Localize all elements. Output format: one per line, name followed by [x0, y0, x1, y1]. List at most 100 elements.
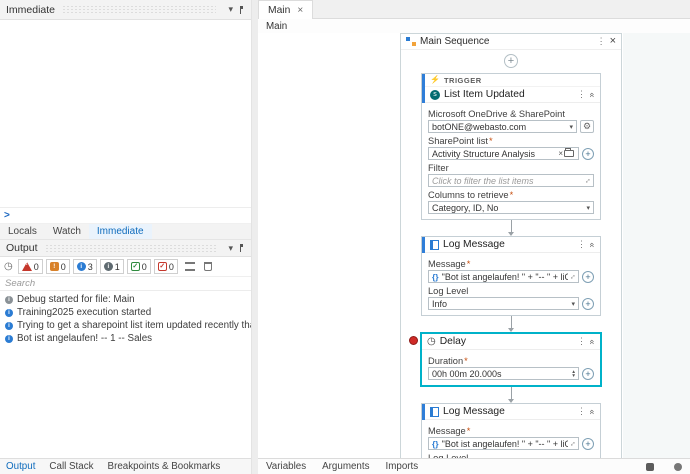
- expand-editor-icon[interactable]: ↕: [568, 272, 577, 281]
- plus-options-icon[interactable]: +: [582, 270, 594, 283]
- message-expression-input[interactable]: {} "Bot ist angelaufen! " + "-- " + liOu…: [428, 437, 579, 450]
- info-count: 3: [87, 261, 93, 272]
- log-entry[interactable]: i Training2025 execution started: [0, 306, 251, 319]
- log-level-label: Log Level: [428, 286, 469, 296]
- plus-options-icon[interactable]: +: [582, 297, 594, 310]
- uipath-debug-window: Immediate ▾ > Locals Watch Immediate Out…: [0, 0, 690, 474]
- plus-options-icon[interactable]: +: [582, 437, 594, 450]
- window-position-icon[interactable]: ▾: [228, 5, 233, 14]
- activity-menu-icon[interactable]: ⋮: [577, 240, 586, 249]
- tab-immediate[interactable]: Immediate: [88, 224, 152, 239]
- breadcrumb[interactable]: Main: [258, 19, 690, 33]
- account-combobox[interactable]: botONE@webasto.com ▾: [428, 120, 577, 133]
- duration-input[interactable]: 00h 00m 20.000s ▴ ▾: [428, 367, 579, 380]
- pin-icon[interactable]: [240, 244, 243, 252]
- filter-warnings-button[interactable]: ! 0: [45, 259, 70, 274]
- view-options-icon[interactable]: [184, 262, 195, 271]
- sequence-menu-icon[interactable]: ⋮: [597, 37, 606, 46]
- log-entry[interactable]: i Bot ist angelaufen! -- 1 -- Sales: [0, 332, 251, 345]
- activity-menu-icon[interactable]: ⋮: [577, 90, 586, 99]
- filter-input[interactable]: Click to filter the list items ↕: [428, 174, 594, 187]
- trigger-bolt-icon: ⚡: [430, 75, 440, 84]
- status-icon[interactable]: [646, 462, 654, 471]
- trigger-card-header[interactable]: ⚡ TRIGGER s List Item Updated ⋮ «: [422, 74, 600, 103]
- clear-output-icon[interactable]: [203, 262, 212, 271]
- filter-info-button[interactable]: i 3: [72, 259, 97, 274]
- breakpoint-indicator[interactable]: [409, 336, 418, 345]
- collapse-icon[interactable]: «: [587, 339, 597, 344]
- tab-breakpoints-bookmarks[interactable]: Breakpoints & Bookmarks: [108, 461, 221, 472]
- plus-options-icon[interactable]: +: [582, 147, 594, 160]
- document-tab-label: Main: [268, 4, 291, 16]
- pin-icon[interactable]: [240, 5, 243, 14]
- output-panel-header[interactable]: Output ▾: [0, 240, 251, 257]
- tab-call-stack[interactable]: Call Stack: [49, 461, 93, 472]
- log-entry[interactable]: i Debug started for file: Main: [0, 293, 251, 306]
- add-activity-button[interactable]: +: [504, 54, 518, 68]
- output-search-input[interactable]: Search: [0, 277, 251, 291]
- drag-handle[interactable]: [44, 244, 217, 252]
- main-sequence-container[interactable]: Main Sequence ⋮ × + ⚡ TRIGGER s List Ite…: [400, 33, 622, 458]
- filter-fail-button[interactable]: ✓ 0: [153, 259, 178, 274]
- output-log-list: i Debug started for file: Main i Trainin…: [0, 291, 251, 345]
- tab-watch[interactable]: Watch: [45, 224, 89, 239]
- log-message-activity-card[interactable]: Log Message ⋮ « Message* {} "Bot ist ang…: [421, 403, 601, 458]
- breadcrumb-item-main[interactable]: Main: [266, 21, 287, 32]
- tab-output[interactable]: Output: [6, 461, 35, 472]
- tab-arguments[interactable]: Arguments: [322, 461, 369, 472]
- window-position-icon[interactable]: ▾: [228, 243, 233, 253]
- trigger-activity-card[interactable]: ⚡ TRIGGER s List Item Updated ⋮ « Micros…: [421, 73, 601, 220]
- tab-imports[interactable]: Imports: [386, 461, 419, 472]
- connection-settings-button[interactable]: ⚙: [580, 120, 594, 133]
- clear-icon[interactable]: ×: [558, 149, 563, 158]
- tab-locals[interactable]: Locals: [0, 224, 45, 239]
- drag-handle[interactable]: [62, 6, 217, 13]
- plus-options-icon[interactable]: +: [582, 367, 594, 380]
- browse-folder-icon[interactable]: [564, 148, 574, 157]
- close-tab-icon[interactable]: ×: [297, 5, 303, 16]
- sequence-header[interactable]: Main Sequence ⋮ ×: [401, 34, 621, 50]
- immediate-prompt-row[interactable]: >: [0, 208, 251, 224]
- collapse-icon[interactable]: «: [587, 92, 597, 97]
- expand-editor-icon[interactable]: ↕: [583, 176, 592, 185]
- info-level-icon: i: [5, 308, 13, 317]
- collapse-icon[interactable]: «: [587, 242, 597, 247]
- columns-dropdown[interactable]: Category, ID, No ▾: [428, 201, 594, 214]
- tab-main-document[interactable]: Main ×: [258, 0, 314, 19]
- log-entry[interactable]: i Trying to get a sharepoint list item u…: [0, 319, 251, 332]
- chevron-down-icon[interactable]: ▾: [586, 204, 590, 212]
- info-level-icon: i: [5, 334, 13, 343]
- delay-activity-card[interactable]: ◷ Delay ⋮ « Duration* 00h 00m 20.000s ▴ ▾: [409, 332, 602, 387]
- log-message-header[interactable]: Log Message ⋮ «: [422, 404, 600, 420]
- immediate-input-area[interactable]: [0, 20, 251, 208]
- immediate-panel-header[interactable]: Immediate ▾: [0, 0, 251, 20]
- log-entry-text: Trying to get a sharepoint list item upd…: [17, 320, 251, 331]
- filter-trace-button[interactable]: i 1: [99, 259, 124, 274]
- workflow-canvas[interactable]: Main Sequence ⋮ × + ⚡ TRIGGER s List Ite…: [258, 33, 690, 458]
- sharepoint-list-input[interactable]: Activity Structure Analysis ×: [428, 147, 579, 160]
- log-message-header[interactable]: Log Message ⋮ «: [422, 237, 600, 253]
- log-level-dropdown[interactable]: Info ▾: [428, 297, 579, 310]
- status-icon[interactable]: [674, 462, 682, 471]
- message-expression-input[interactable]: {} "Bot ist angelaufen! " + "-- " + liOu…: [428, 270, 579, 283]
- chevron-down-icon[interactable]: ▾: [571, 300, 575, 308]
- delay-header[interactable]: ◷ Delay ⋮ «: [422, 334, 600, 350]
- required-mark: *: [464, 356, 468, 366]
- filter-errors-button[interactable]: ! 0: [17, 259, 43, 274]
- log-message-activity-card[interactable]: Log Message ⋮ « Message* {} "Bot ist ang…: [421, 236, 601, 316]
- log-entry-text: Training2025 execution started: [17, 307, 152, 318]
- filter-success-button[interactable]: ✓ 0: [126, 259, 151, 274]
- trace-level-icon: i: [5, 295, 13, 304]
- expand-editor-icon[interactable]: ↕: [568, 439, 577, 448]
- left-dock-panel: Immediate ▾ > Locals Watch Immediate Out…: [0, 0, 252, 474]
- activity-menu-icon[interactable]: ⋮: [577, 407, 586, 416]
- sequence-close-icon[interactable]: ×: [610, 36, 616, 47]
- activity-menu-icon[interactable]: ⋮: [577, 337, 586, 346]
- expression-icon: {}: [432, 438, 439, 449]
- tab-variables[interactable]: Variables: [266, 461, 306, 472]
- duration-stepper[interactable]: ▴ ▾: [572, 369, 575, 379]
- timestamps-toggle-icon[interactable]: ◷: [4, 261, 13, 272]
- chevron-down-icon[interactable]: ▾: [569, 123, 573, 131]
- error-triangle-icon: !: [21, 261, 32, 271]
- collapse-icon[interactable]: «: [587, 409, 597, 414]
